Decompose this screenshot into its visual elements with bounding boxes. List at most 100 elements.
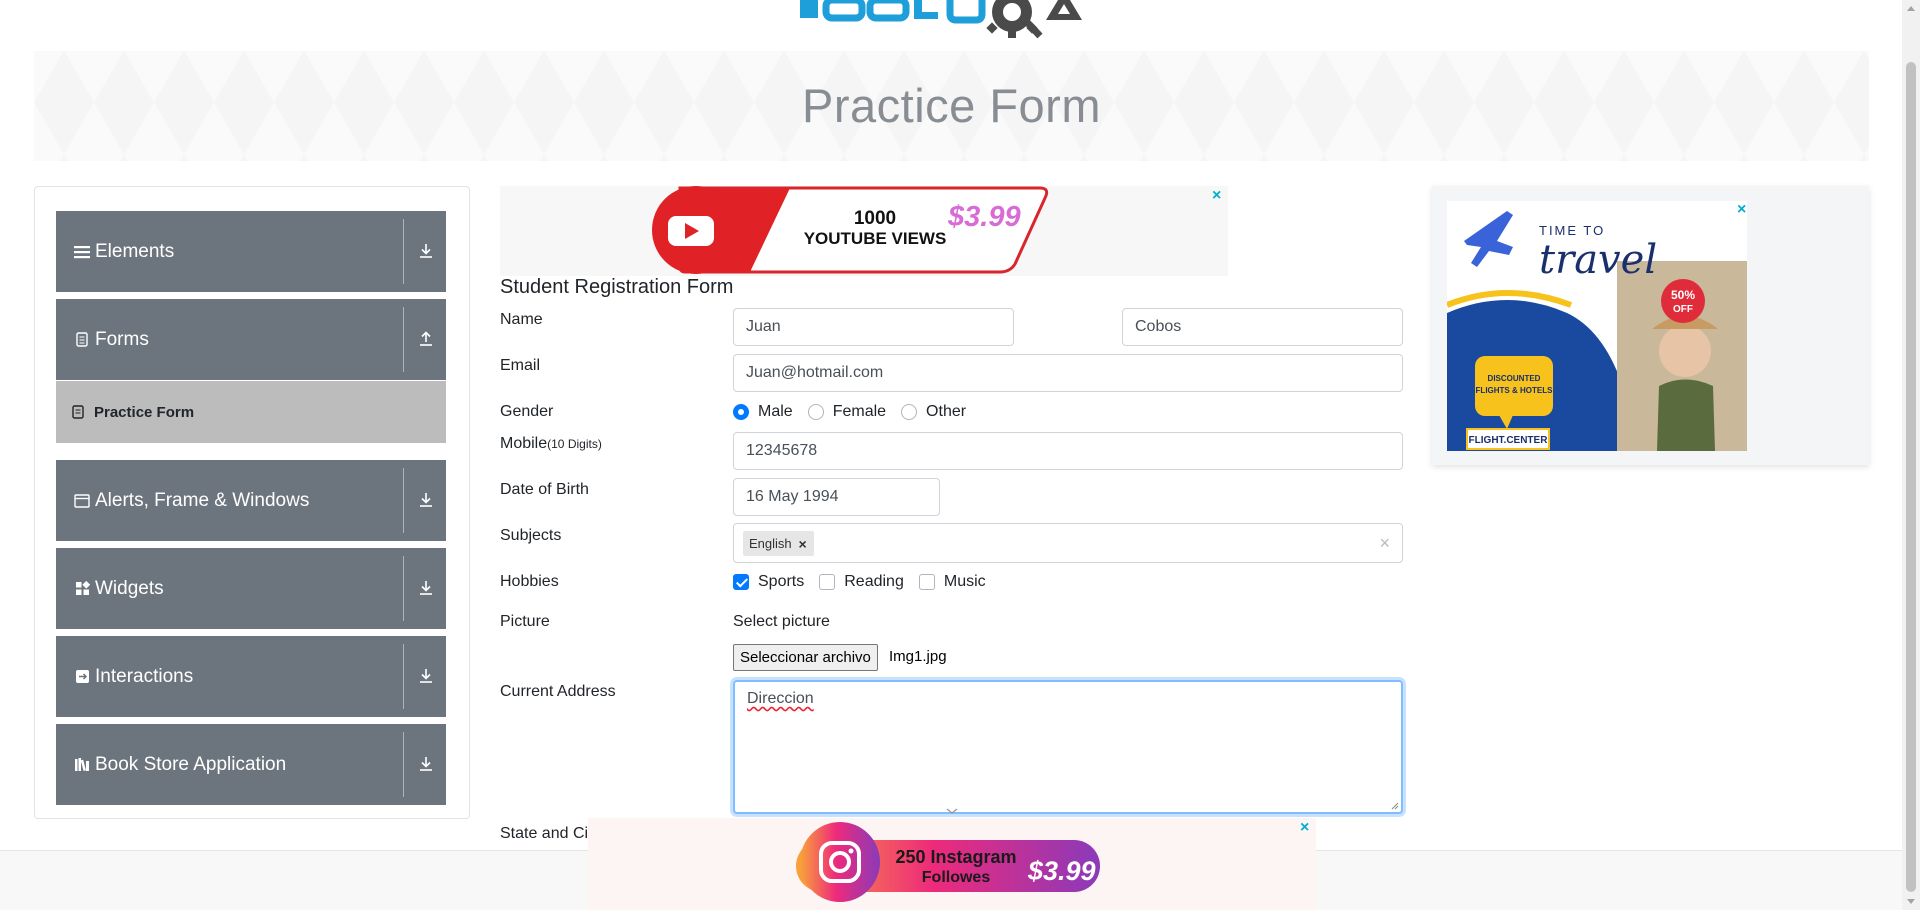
date-of-birth-input[interactable]: 16 May 1994 xyxy=(733,478,940,516)
ad-close-icon[interactable]: × xyxy=(1737,202,1746,218)
select-picture-label: Select picture xyxy=(733,613,830,630)
ad-right-title-small: TIME TO xyxy=(1539,223,1605,238)
download-icon[interactable] xyxy=(416,578,436,598)
checkbox[interactable] xyxy=(733,574,749,590)
ad-bottom-line2: Followes xyxy=(922,869,991,886)
ad-banner-right[interactable]: TIME TO travel 50% OFF DISCOUNTED FLIGHT… xyxy=(1432,186,1869,465)
sidebar-item-label: Practice Form xyxy=(94,403,195,421)
scrollbar-thumb[interactable] xyxy=(1906,62,1916,892)
sidebar-group-alerts-frame-windows[interactable]: Alerts, Frame & Windows xyxy=(56,460,446,541)
ad-close-icon[interactable]: × xyxy=(1212,188,1221,204)
checkbox[interactable] xyxy=(918,574,935,590)
sidebar-group-label: Elements xyxy=(95,240,175,262)
group-divider xyxy=(403,219,404,284)
sidebar-group-forms[interactable]: Forms xyxy=(56,299,446,380)
first-name-input[interactable]: Juan xyxy=(733,308,1014,346)
sidebar-group-label: Interactions xyxy=(95,665,194,687)
state-city-label: State and Cit xyxy=(500,825,593,842)
subject-chip: English × xyxy=(743,531,814,556)
ad-right-brand: FLIGHT.CENTER xyxy=(1469,435,1549,446)
address-text: Direccion xyxy=(747,690,814,707)
gender-female-option[interactable]: Female xyxy=(807,403,887,421)
ad-bottom-price: $3.99 xyxy=(1027,856,1096,886)
radio-label: Male xyxy=(758,403,793,420)
checkbox-label: Reading xyxy=(844,573,904,590)
sidebar-group-label: Widgets xyxy=(95,577,164,599)
checkbox-label: Music xyxy=(943,573,986,590)
radio-label: Female xyxy=(832,403,887,420)
email-input[interactable]: Juan@hotmail.com xyxy=(733,354,1403,392)
gender-radio-group: Male Female Other xyxy=(733,403,981,421)
scroll-down-icon[interactable] xyxy=(1907,899,1915,904)
form-title: Student Registration Form xyxy=(500,276,734,298)
mobile-input[interactable]: 12345678 xyxy=(733,432,1403,470)
last-name-input[interactable]: Cobos xyxy=(1122,308,1403,346)
gender-male-option[interactable]: Male xyxy=(733,403,793,421)
radio-button[interactable] xyxy=(901,404,918,420)
current-address-textarea[interactable]: Direccion xyxy=(733,680,1403,814)
sidebar-group-book-store[interactable]: Book Store Application xyxy=(56,724,446,805)
radio-label: Other xyxy=(926,403,967,420)
hobby-music-option[interactable]: Music xyxy=(918,573,986,591)
hobbies-checkbox-group: Sports Reading Music xyxy=(733,573,1001,591)
hobby-reading-option[interactable]: Reading xyxy=(819,573,904,591)
sidebar-group-elements[interactable]: Elements xyxy=(56,211,446,292)
group-divider xyxy=(403,468,404,533)
radio-button[interactable] xyxy=(733,404,749,420)
page-title: Practice Form xyxy=(802,79,1101,132)
sidebar-group-interactions[interactable]: Interactions xyxy=(56,636,446,717)
download-icon[interactable] xyxy=(416,241,436,261)
checkbox[interactable] xyxy=(819,574,836,590)
download-icon[interactable] xyxy=(416,754,436,774)
dob-label: Date of Birth xyxy=(500,481,589,498)
scroll-up-icon[interactable] xyxy=(1907,6,1915,11)
download-icon[interactable] xyxy=(416,490,436,510)
ad-right-discount: 50% xyxy=(1671,288,1695,302)
ad-right-title-big: travel xyxy=(1539,237,1657,283)
ad-bottom-line1: 250 Instagram xyxy=(895,847,1016,867)
ad-top-line1: 1000 xyxy=(854,208,896,229)
upload-icon[interactable] xyxy=(416,329,436,349)
chevron-down-icon xyxy=(946,808,958,814)
hamburger-icon xyxy=(73,243,91,261)
email-label: Email xyxy=(500,357,541,374)
download-icon[interactable] xyxy=(416,666,436,686)
ad-close-icon[interactable]: × xyxy=(1300,820,1309,836)
group-divider xyxy=(403,644,404,709)
gender-other-option[interactable]: Other xyxy=(901,403,966,421)
resize-grip-icon[interactable] xyxy=(1389,800,1399,810)
widgets-icon xyxy=(73,580,91,598)
mobile-label-text: Mobile xyxy=(500,435,548,452)
group-divider xyxy=(403,556,404,621)
choose-file-button[interactable]: Seleccionar archivo xyxy=(733,644,878,671)
document-icon xyxy=(72,405,86,419)
sidebar-group-widgets[interactable]: Widgets xyxy=(56,548,446,629)
name-label: Name xyxy=(500,311,543,328)
vertical-scrollbar[interactable] xyxy=(1902,0,1920,910)
subjects-input[interactable]: English × × xyxy=(733,523,1403,563)
sidebar-item-practice-form[interactable]: Practice Form xyxy=(56,381,446,443)
ad-top-line2: YOUTUBE VIEWS xyxy=(804,229,947,248)
ad-banner-bottom[interactable]: 250 Instagram Followes $3.99 × xyxy=(588,818,1316,910)
sidebar-group-label: Forms xyxy=(95,328,149,350)
subjects-label: Subjects xyxy=(500,527,562,544)
picture-label: Picture xyxy=(500,613,550,630)
sidebar-group-label: Book Store Application xyxy=(95,753,287,775)
mobile-label: Mobile(10 Digits) xyxy=(500,435,602,453)
hobby-sports-option[interactable]: Sports xyxy=(733,573,804,591)
radio-button[interactable] xyxy=(807,404,824,420)
document-icon xyxy=(73,331,91,349)
ad-right-discount-sub: OFF xyxy=(1673,304,1693,315)
address-label: Current Address xyxy=(500,683,616,700)
interactions-icon xyxy=(73,668,91,686)
ad-top-price: $3.99 xyxy=(947,201,1021,233)
group-divider xyxy=(403,732,404,797)
selected-file-name: Img1.jpg xyxy=(889,648,947,665)
page-title-banner: Practice Form xyxy=(34,51,1869,161)
ad-banner-top[interactable]: 1000 YOUTUBE VIEWS $3.99 × xyxy=(500,186,1228,276)
remove-chip-icon[interactable]: × xyxy=(792,536,814,552)
clear-icon[interactable]: × xyxy=(1379,533,1390,554)
site-logo[interactable] xyxy=(800,0,1120,42)
mobile-hint: (10 Digits) xyxy=(547,437,602,451)
books-icon xyxy=(73,756,91,774)
